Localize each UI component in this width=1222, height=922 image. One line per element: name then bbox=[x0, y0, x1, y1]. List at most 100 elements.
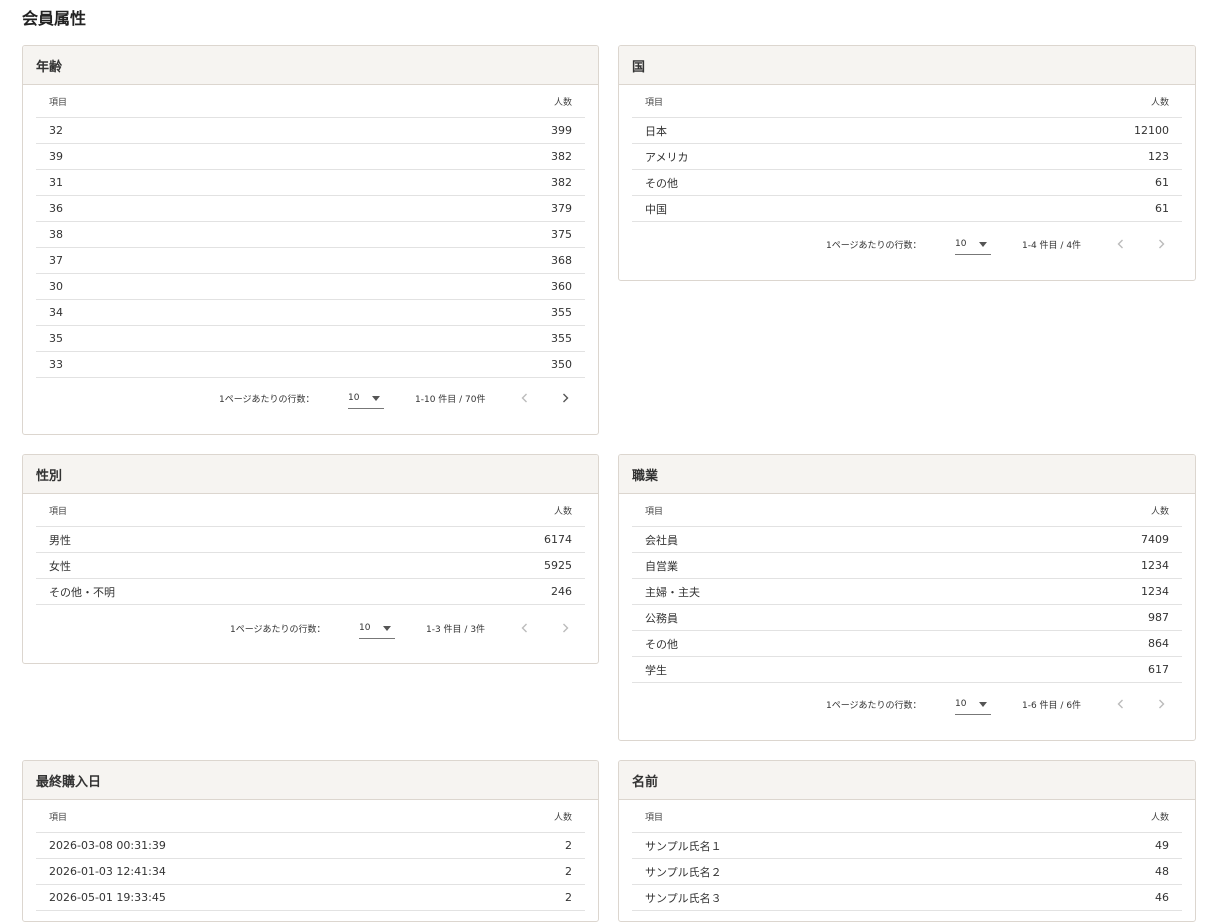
caret-down-icon bbox=[979, 241, 987, 247]
table-row: 2026-01-03 12:41:34 2 bbox=[36, 859, 585, 885]
column-header-count: 人数 bbox=[1150, 507, 1169, 517]
previous-page-button[interactable] bbox=[1114, 237, 1128, 251]
column-header-count: 人数 bbox=[553, 507, 572, 517]
country-card: 国 項目 人数 日本 12100 アメリカ 123 その他 61 中国 61 1ページあ… bbox=[618, 45, 1196, 281]
chevron-right-icon bbox=[563, 623, 569, 633]
row-label: 31 bbox=[49, 176, 63, 189]
row-label: 日本 bbox=[645, 124, 667, 138]
table-row: 学生 617 bbox=[632, 657, 1182, 683]
table-row: 自営業 1234 bbox=[632, 553, 1182, 579]
table-row: サンプル氏名２ 48 bbox=[632, 859, 1182, 885]
column-header-item: 項目 bbox=[49, 813, 68, 823]
pagination-range: 1-3 件目 / 3件 bbox=[426, 624, 486, 635]
table-header: 項目 人数 bbox=[632, 86, 1182, 118]
row-label: その他 bbox=[645, 176, 678, 190]
previous-page-button[interactable] bbox=[1114, 697, 1128, 711]
row-count: 617 bbox=[1148, 663, 1169, 676]
rows-per-page-select[interactable]: 10 bbox=[955, 694, 991, 715]
caret-down-icon bbox=[383, 625, 391, 631]
rows-per-page-select[interactable]: 10 bbox=[359, 618, 395, 639]
rows-per-page-label: 1ページあたりの行数： bbox=[826, 700, 922, 711]
chevron-right-icon bbox=[1159, 699, 1165, 709]
row-count: 5925 bbox=[544, 559, 572, 572]
age-table: 項目 人数 32 399 39 382 31 382 36 379 38 375 37 36… bbox=[36, 86, 585, 378]
table-row: 38 375 bbox=[36, 222, 585, 248]
row-count: 360 bbox=[551, 280, 572, 293]
table-row: サンプル氏名３ 46 bbox=[632, 885, 1182, 911]
row-label: 30 bbox=[49, 280, 63, 293]
rows-per-page-value: 10 bbox=[955, 238, 967, 249]
column-header-count: 人数 bbox=[1150, 98, 1169, 108]
next-page-button[interactable] bbox=[558, 391, 572, 405]
row-label: 38 bbox=[49, 228, 63, 241]
rows-per-page-select[interactable]: 10 bbox=[348, 388, 384, 409]
card-title: 最終購入日 bbox=[23, 761, 598, 800]
row-count: 368 bbox=[551, 254, 572, 267]
row-count: 379 bbox=[551, 202, 572, 215]
column-header-item: 項目 bbox=[49, 98, 68, 108]
rows-per-page-label: 1ページあたりの行数： bbox=[219, 394, 315, 405]
row-count: 2 bbox=[565, 891, 572, 904]
pagination: 1ページあたりの行数： 10 1-6 件目 / 6件 bbox=[632, 688, 1182, 720]
row-count: 350 bbox=[551, 358, 572, 371]
table-header: 項目 人数 bbox=[632, 801, 1182, 833]
card-title: 名前 bbox=[619, 761, 1195, 800]
row-count: 382 bbox=[551, 176, 572, 189]
table-row: 主婦・主夫 1234 bbox=[632, 579, 1182, 605]
table-row: その他 61 bbox=[632, 170, 1182, 196]
row-label: 2026-03-08 00:31:39 bbox=[49, 839, 166, 852]
row-count: 1234 bbox=[1141, 559, 1169, 572]
table-row: 30 360 bbox=[36, 274, 585, 300]
row-count: 864 bbox=[1148, 637, 1169, 650]
row-label: その他 bbox=[645, 637, 678, 651]
row-label: 公務員 bbox=[645, 611, 678, 625]
table-row: 中国 61 bbox=[632, 196, 1182, 222]
row-label: 女性 bbox=[49, 559, 71, 573]
row-label: その他・不明 bbox=[49, 585, 115, 599]
row-count: 987 bbox=[1148, 611, 1169, 624]
table-row: 2026-05-01 19:33:45 2 bbox=[36, 885, 585, 911]
row-label: 会社員 bbox=[645, 533, 678, 547]
row-count: 399 bbox=[551, 124, 572, 137]
table-row: 公務員 987 bbox=[632, 605, 1182, 631]
pagination-range: 1-6 件目 / 6件 bbox=[1022, 700, 1082, 711]
age-card: 年齢 項目 人数 32 399 39 382 31 382 36 379 38 375 3… bbox=[22, 45, 599, 435]
row-label: 39 bbox=[49, 150, 63, 163]
next-page-button[interactable] bbox=[1154, 237, 1168, 251]
row-count: 1234 bbox=[1141, 585, 1169, 598]
table-row: 33 350 bbox=[36, 352, 585, 378]
chevron-left-icon bbox=[521, 393, 527, 403]
next-page-button[interactable] bbox=[558, 621, 572, 635]
row-count: 48 bbox=[1155, 865, 1169, 878]
table-row: 35 355 bbox=[36, 326, 585, 352]
row-count: 123 bbox=[1148, 150, 1169, 163]
caret-down-icon bbox=[372, 395, 380, 401]
row-label: 男性 bbox=[49, 533, 71, 547]
row-count: 61 bbox=[1155, 202, 1169, 215]
pagination-range: 1-10 件目 / 70件 bbox=[415, 394, 486, 405]
chevron-left-icon bbox=[521, 623, 527, 633]
row-label: 中国 bbox=[645, 202, 667, 216]
table-row: 日本 12100 bbox=[632, 118, 1182, 144]
column-header-item: 項目 bbox=[645, 813, 664, 823]
table-header: 項目 人数 bbox=[36, 801, 585, 833]
column-header-count: 人数 bbox=[553, 813, 572, 823]
table-row: サンプル氏名１ 49 bbox=[632, 833, 1182, 859]
row-count: 355 bbox=[551, 332, 572, 345]
previous-page-button[interactable] bbox=[518, 391, 532, 405]
chevron-right-icon bbox=[1159, 239, 1165, 249]
column-header-count: 人数 bbox=[553, 98, 572, 108]
next-page-button[interactable] bbox=[1154, 697, 1168, 711]
row-label: 主婦・主夫 bbox=[645, 585, 700, 599]
row-count: 375 bbox=[551, 228, 572, 241]
table-row: 会社員 7409 bbox=[632, 527, 1182, 553]
row-count: 246 bbox=[551, 585, 572, 598]
row-label: 自営業 bbox=[645, 559, 678, 573]
row-label: 32 bbox=[49, 124, 63, 137]
row-count: 46 bbox=[1155, 891, 1169, 904]
row-count: 61 bbox=[1155, 176, 1169, 189]
row-label: 36 bbox=[49, 202, 63, 215]
table-row: 31 382 bbox=[36, 170, 585, 196]
rows-per-page-select[interactable]: 10 bbox=[955, 234, 991, 255]
previous-page-button[interactable] bbox=[518, 621, 532, 635]
